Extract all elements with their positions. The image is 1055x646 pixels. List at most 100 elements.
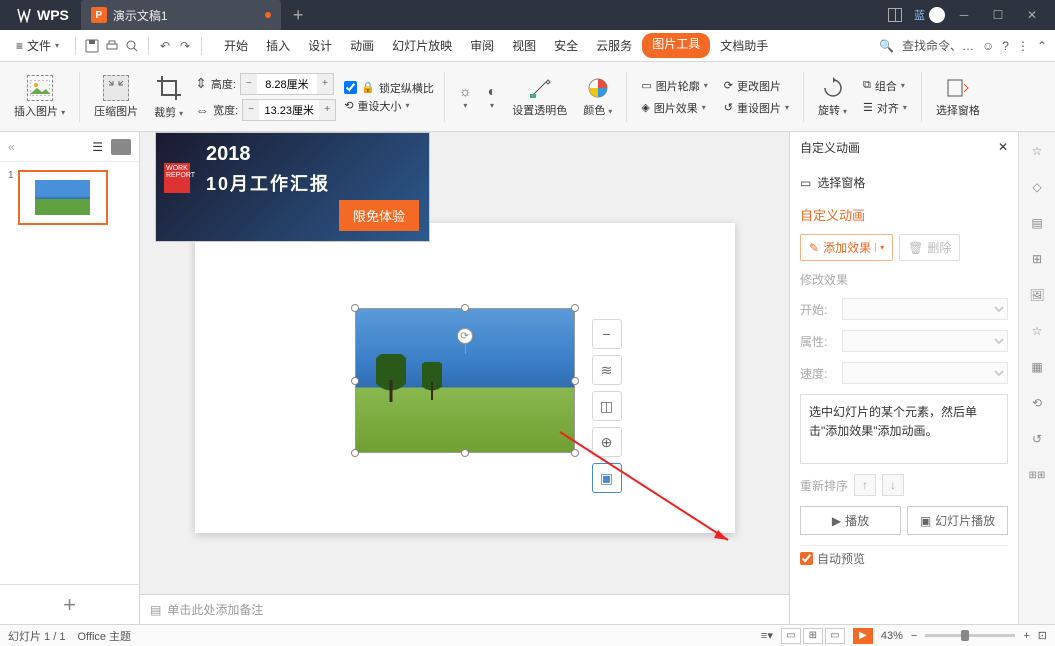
crop-button[interactable]: 裁剪 ▾ <box>146 66 191 128</box>
side-tab-layers[interactable]: ▤ <box>1026 212 1048 234</box>
move-down-button[interactable]: ↓ <box>882 474 904 496</box>
side-tab-favorite[interactable]: ☆ <box>1026 320 1048 342</box>
new-tab-button[interactable]: + <box>281 5 316 26</box>
set-transparent-button[interactable]: 设置透明色 <box>504 66 575 128</box>
resize-handle-w[interactable] <box>351 377 359 385</box>
reset-picture-button[interactable]: ↺ 重设图片 ▾ <box>720 98 793 118</box>
side-tab-share[interactable]: ⟲ <box>1026 392 1048 414</box>
tab-slideshow[interactable]: 幻灯片放映 <box>384 33 460 58</box>
tab-design[interactable]: 设计 <box>300 33 340 58</box>
minimize-button[interactable]: ─ <box>949 0 979 30</box>
change-picture-button[interactable]: ⟳ 更改图片 <box>720 76 793 96</box>
combine-button[interactable]: ⧉ 组合 ▾ <box>859 76 911 96</box>
contrast-button[interactable]: ◐▾ <box>480 79 504 114</box>
resize-handle-s[interactable] <box>461 449 469 457</box>
tab-review[interactable]: 审阅 <box>462 33 502 58</box>
tab-insert[interactable]: 插入 <box>258 33 298 58</box>
more-icon[interactable]: ⋮ <box>1017 39 1029 53</box>
add-slide-button[interactable]: + <box>0 584 139 624</box>
notes-view-icon[interactable]: ≡▾ <box>761 629 773 642</box>
search-icon[interactable]: 🔍 <box>879 39 894 53</box>
zoom-slider[interactable] <box>925 634 1015 637</box>
auto-preview-checkbox[interactable]: 自动预览 <box>800 545 1008 567</box>
add-effect-button[interactable]: ✎添加效果▾ <box>800 234 893 261</box>
side-tab-shape[interactable]: ◇ <box>1026 176 1048 198</box>
undo-icon[interactable]: ↶ <box>157 38 173 54</box>
resize-handle-se[interactable] <box>571 449 579 457</box>
float-zoom-button[interactable]: ⊕ <box>592 427 622 457</box>
normal-view-button[interactable]: ▭ <box>781 628 801 644</box>
selection-pane-link[interactable]: ▭ 选择窗格 <box>800 170 1008 195</box>
side-tab-history[interactable]: ↺ <box>1026 428 1048 450</box>
collapse-panel-icon[interactable]: « <box>8 140 15 154</box>
fit-button[interactable]: ⊡ <box>1038 629 1047 642</box>
reset-size-button[interactable]: ⟲重设大小 ▾ <box>344 98 434 114</box>
try-free-button[interactable]: 限免体验 <box>339 200 419 231</box>
start-select[interactable] <box>842 298 1008 320</box>
width-input[interactable]: −+ <box>242 99 336 121</box>
maximize-button[interactable]: ☐ <box>983 0 1013 30</box>
thumbnail-view-button[interactable] <box>111 139 131 155</box>
template-banner[interactable]: WORK REPORT 2018 10月工作汇报 限免体验 <box>155 132 430 242</box>
user-avatar[interactable] <box>929 7 945 23</box>
picture-effect-button[interactable]: ◈ 图片效果 ▾ <box>637 98 711 118</box>
side-tab-image[interactable]: 🖼 <box>1026 284 1048 306</box>
resize-handle-sw[interactable] <box>351 449 359 457</box>
file-menu[interactable]: ≡ 文件 ▾ <box>8 33 67 58</box>
height-input[interactable]: −+ <box>240 73 334 95</box>
search-placeholder[interactable]: 查找命令、… <box>902 37 974 54</box>
help-icon[interactable]: ? <box>1002 39 1009 53</box>
compress-picture-button[interactable]: 压缩图片 <box>86 66 146 128</box>
print-preview-icon[interactable] <box>124 38 140 54</box>
insert-picture-button[interactable]: 插入图片 ▾ <box>6 66 73 128</box>
tab-security[interactable]: 安全 <box>546 33 586 58</box>
smiley-icon[interactable]: ☺ <box>982 39 994 53</box>
reading-view-button[interactable]: ▭ <box>825 628 845 644</box>
collapse-ribbon-icon[interactable]: ⌃ <box>1037 39 1047 53</box>
zoom-value[interactable]: 43% <box>881 630 903 642</box>
side-tab-star[interactable]: ☆ <box>1026 140 1048 162</box>
color-button[interactable]: 颜色 ▾ <box>575 66 620 128</box>
resize-handle-e[interactable] <box>571 377 579 385</box>
play-button[interactable]: ▶播放 <box>800 506 901 535</box>
redo-icon[interactable]: ↷ <box>177 38 193 54</box>
move-up-button[interactable]: ↑ <box>854 474 876 496</box>
side-tab-settings[interactable]: ⊞ <box>1026 248 1048 270</box>
tab-doc-helper[interactable]: 文档助手 <box>712 33 776 58</box>
align-button[interactable]: ☰ 对齐 ▾ <box>859 98 911 118</box>
tab-animation[interactable]: 动画 <box>342 33 382 58</box>
close-button[interactable]: ✕ <box>1017 0 1047 30</box>
layout-button[interactable] <box>880 0 910 30</box>
property-select[interactable] <box>842 330 1008 352</box>
tab-picture-tools[interactable]: 图片工具 <box>642 33 710 58</box>
outline-view-icon[interactable]: ☰ <box>92 140 103 154</box>
resize-handle-n[interactable] <box>461 304 469 312</box>
zoom-in-button[interactable]: + <box>1023 630 1029 642</box>
delete-effect-button[interactable]: 🗑删除 <box>899 234 960 261</box>
close-pane-icon[interactable]: ✕ <box>998 140 1008 154</box>
lock-aspect-checkbox[interactable]: 🔒锁定纵横比 <box>344 80 434 96</box>
side-tab-calendar[interactable]: ▦ <box>1026 356 1048 378</box>
brightness-button[interactable]: ☼▾ <box>451 79 480 114</box>
speed-select[interactable] <box>842 362 1008 384</box>
document-tab[interactable]: P 演示文稿1 <box>81 0 281 30</box>
float-crop-button[interactable]: ◫ <box>592 391 622 421</box>
sorter-view-button[interactable]: ⊞ <box>803 628 823 644</box>
rotate-button[interactable]: 旋转 ▾ <box>810 66 855 128</box>
resize-handle-ne[interactable] <box>571 304 579 312</box>
resize-handle-nw[interactable] <box>351 304 359 312</box>
zoom-out-button[interactable]: − <box>911 630 917 642</box>
float-replace-button[interactable]: ▣ <box>592 463 622 493</box>
side-tab-grid[interactable]: ⊞⊞ <box>1026 464 1048 486</box>
slideshow-play-button[interactable]: ▶ <box>853 628 873 644</box>
slide-canvas[interactable]: ⟳ − ≋ ◫ ⊕ <box>195 223 735 533</box>
tab-start[interactable]: 开始 <box>216 33 256 58</box>
notes-area[interactable]: ▤ 单击此处添加备注 <box>140 594 789 624</box>
float-minus-button[interactable]: − <box>592 319 622 349</box>
picture-outline-button[interactable]: ▭ 图片轮廓 ▾ <box>637 76 711 96</box>
print-icon[interactable] <box>104 38 120 54</box>
selection-pane-button[interactable]: 选择窗格 <box>928 66 988 128</box>
tab-view[interactable]: 视图 <box>504 33 544 58</box>
save-icon[interactable] <box>84 38 100 54</box>
float-layers-button[interactable]: ≋ <box>592 355 622 385</box>
